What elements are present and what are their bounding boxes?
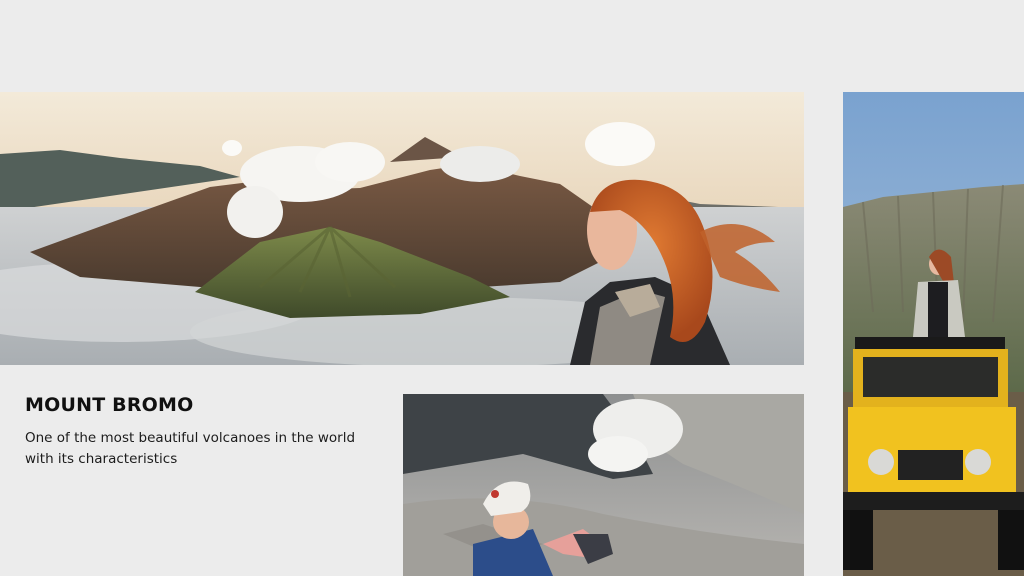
caption-block: MOUNT BROMO One of the most beautiful vo… [25, 394, 355, 470]
caption-description: One of the most beautiful volcanoes in t… [25, 430, 356, 467]
caption-title: MOUNT BROMO [25, 394, 194, 416]
bromo-panorama-photo [0, 92, 804, 365]
slide-canvas: MOUNT BROMO One of the most beautiful vo… [0, 0, 1024, 576]
jeep-portrait-photo [843, 92, 1024, 576]
crater-rim-photo [403, 394, 804, 576]
